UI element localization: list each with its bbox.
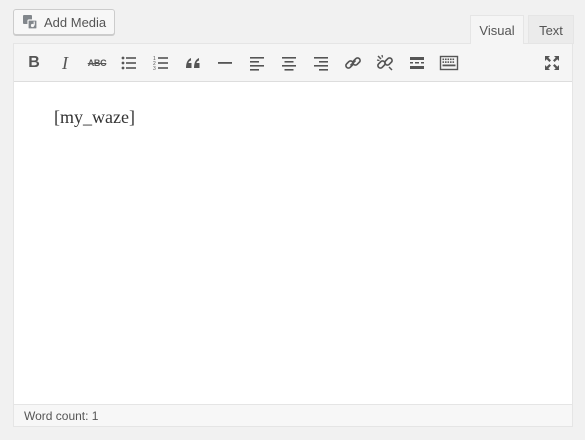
italic-glyph: I xyxy=(62,52,68,73)
blockquote-icon xyxy=(186,58,200,68)
read-more-button[interactable] xyxy=(403,49,431,77)
align-center-button[interactable] xyxy=(275,49,303,77)
toolbar-toggle-button[interactable] xyxy=(435,49,463,77)
media-icon xyxy=(22,14,38,30)
editor-page: Add Media Visual Text B I ABC 1 2 3 [my_… xyxy=(0,0,585,440)
editor-container: B I ABC 1 2 3 [my_waze] Word count: 1 xyxy=(13,43,573,427)
align-center-icon xyxy=(282,57,296,71)
editor-content-text[interactable]: [my_waze] xyxy=(54,107,135,128)
insert-link-button[interactable] xyxy=(339,49,367,77)
align-right-button[interactable] xyxy=(307,49,335,77)
editor-content-area[interactable]: [my_waze] xyxy=(14,82,572,404)
keyboard-icon xyxy=(439,55,459,71)
horizontal-line-button[interactable] xyxy=(211,49,239,77)
blockquote-button[interactable] xyxy=(179,49,207,77)
align-right-icon xyxy=(314,57,328,71)
numbered-list-icon: 1 2 3 xyxy=(153,56,168,72)
unlink-icon xyxy=(376,54,393,71)
link-icon xyxy=(345,57,361,69)
bold-glyph: B xyxy=(28,54,40,71)
bulleted-list-icon xyxy=(121,56,136,70)
fullscreen-icon xyxy=(545,56,559,70)
read-more-icon xyxy=(410,57,424,69)
add-media-label: Add Media xyxy=(44,14,107,30)
tab-visual[interactable]: Visual xyxy=(470,15,524,44)
italic-button[interactable]: I xyxy=(51,49,79,77)
tab-text[interactable]: Text xyxy=(528,15,574,44)
align-left-button[interactable] xyxy=(243,49,271,77)
fullscreen-button[interactable] xyxy=(538,49,566,77)
horizontal-line-icon xyxy=(218,62,232,64)
bulleted-list-button[interactable] xyxy=(115,49,143,77)
status-bar: Word count: 1 xyxy=(14,404,572,426)
bold-button[interactable]: B xyxy=(20,49,48,77)
remove-link-button[interactable] xyxy=(371,49,399,77)
strikethrough-button[interactable]: ABC xyxy=(83,49,111,77)
add-media-button[interactable]: Add Media xyxy=(13,9,115,35)
editor-toolbar: B I ABC 1 2 3 xyxy=(14,44,572,82)
svg-text:3: 3 xyxy=(153,66,156,72)
word-count: Word count: 1 xyxy=(24,408,99,423)
align-left-icon xyxy=(250,57,264,71)
numbered-list-button[interactable]: 1 2 3 xyxy=(147,49,175,77)
strikethrough-glyph: ABC xyxy=(87,58,107,68)
